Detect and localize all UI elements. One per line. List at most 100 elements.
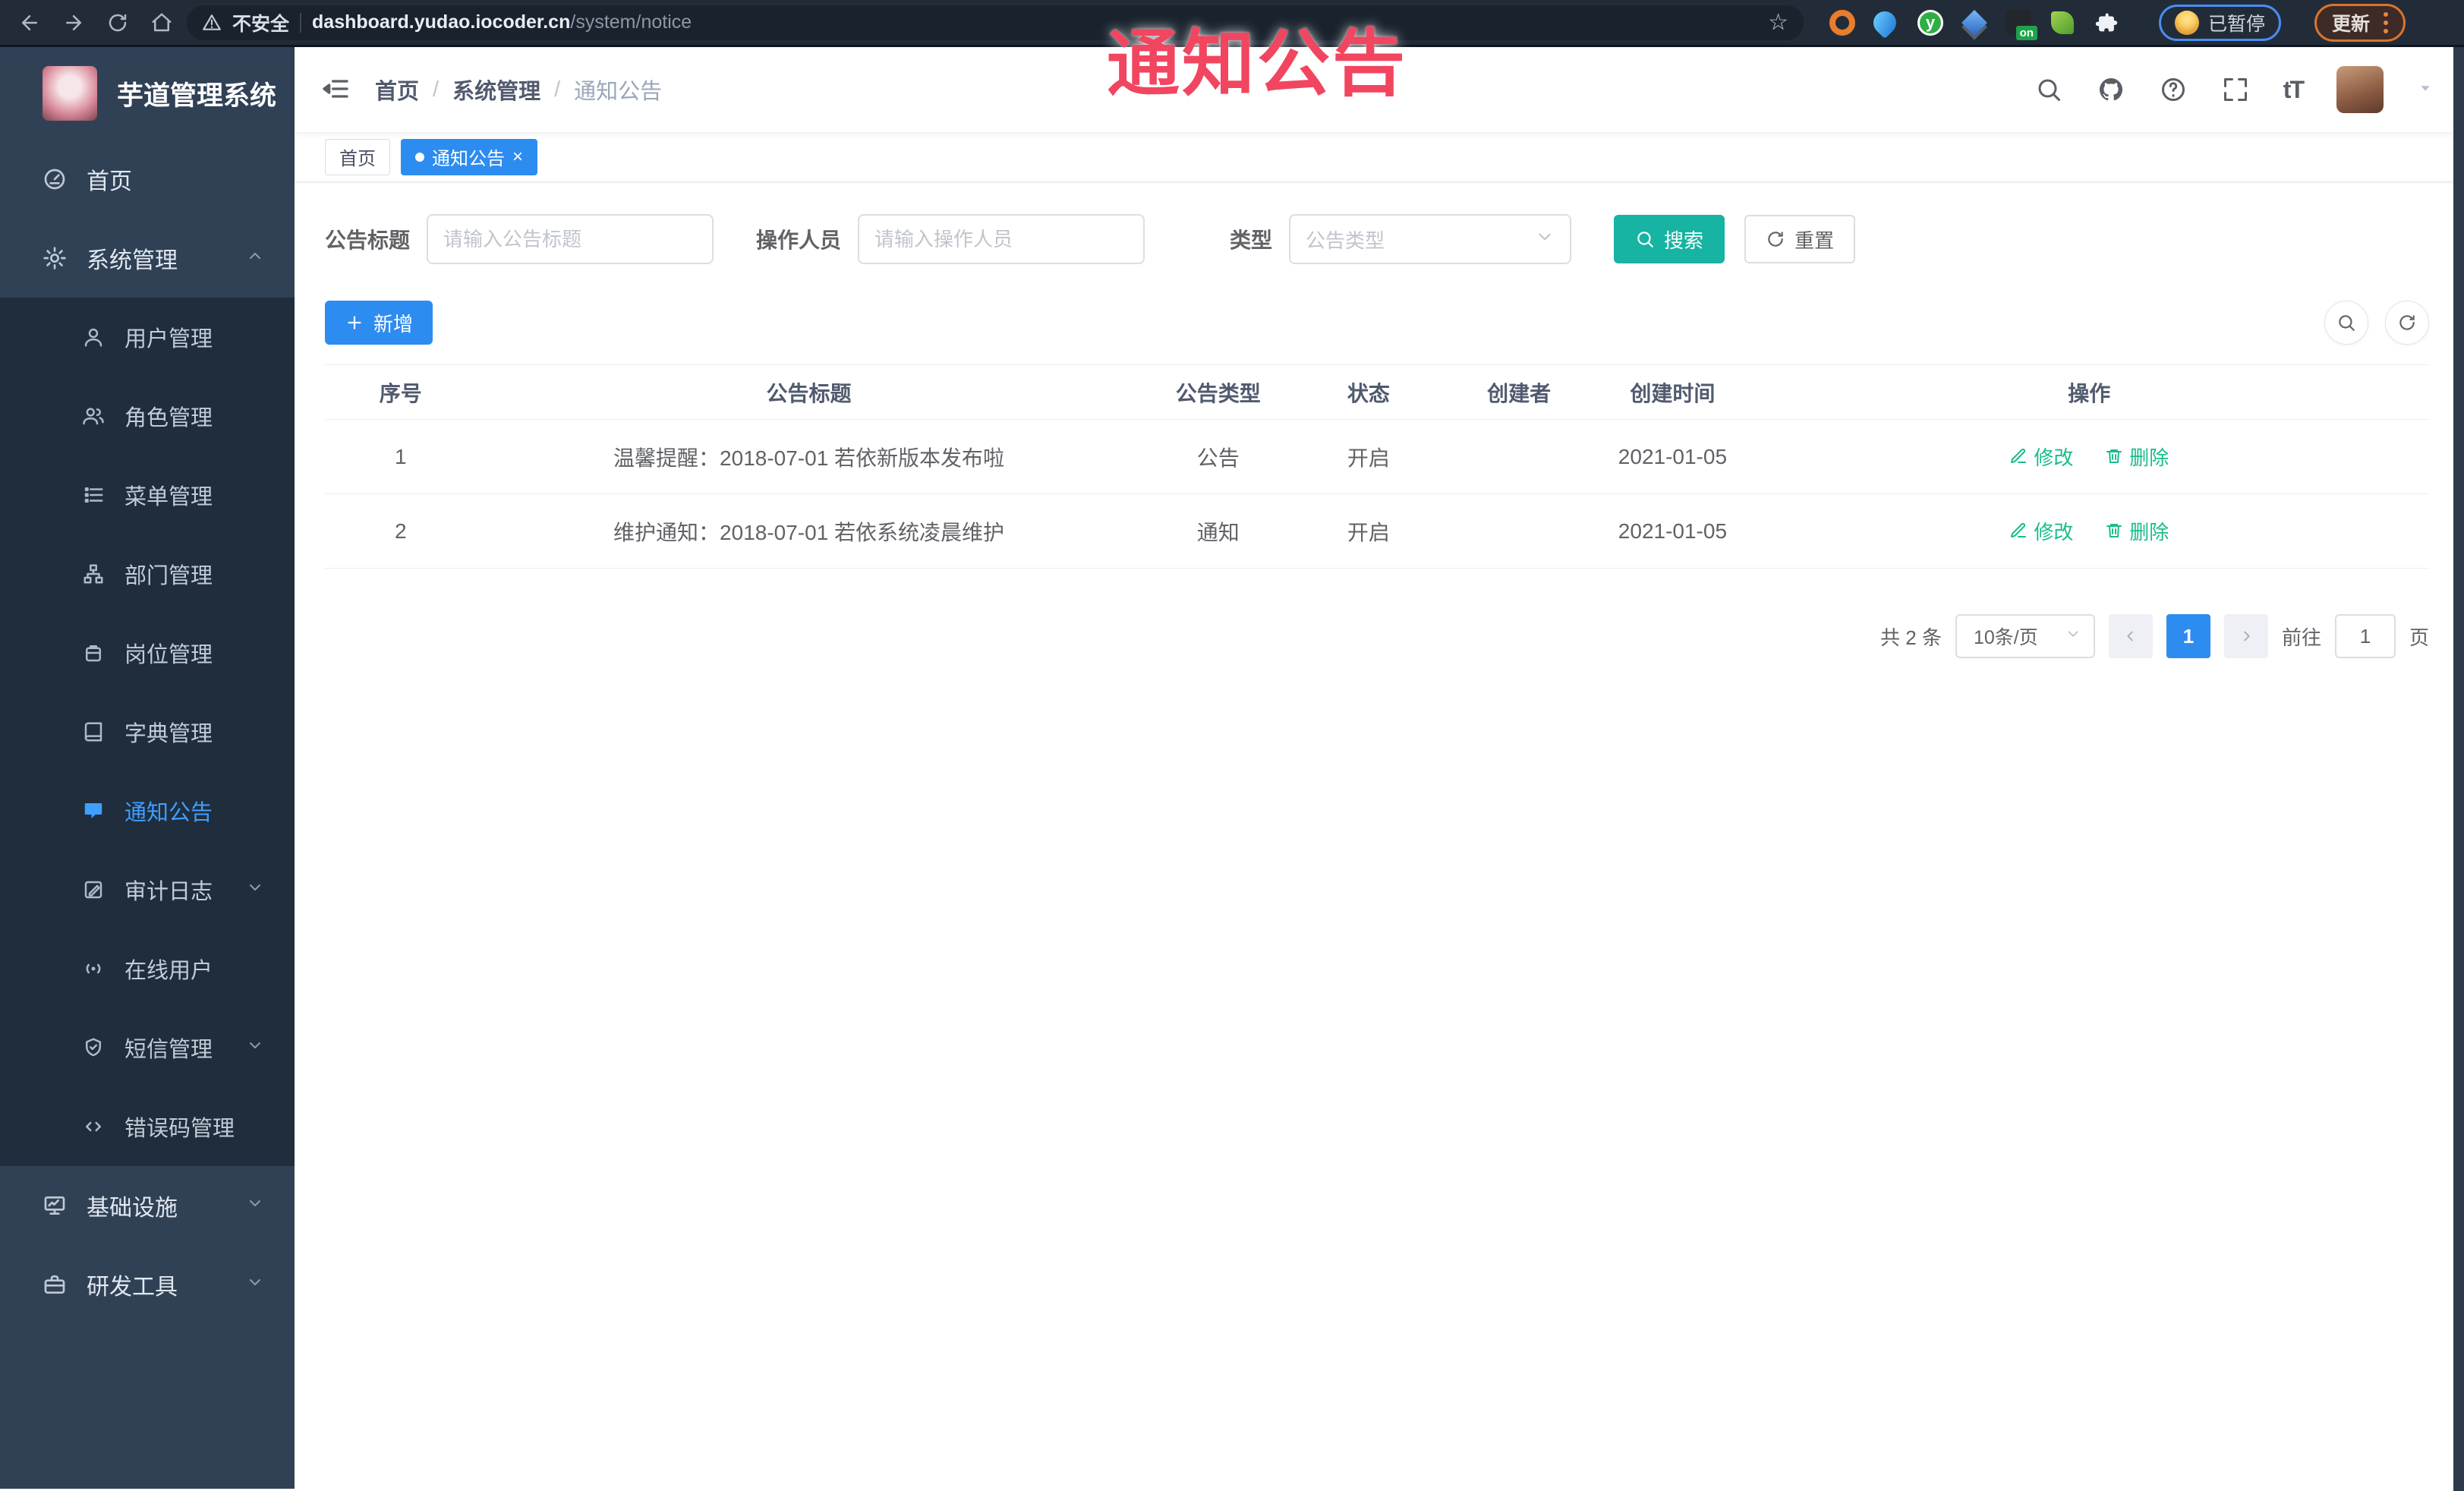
navbar-actions: tT	[2034, 66, 2434, 113]
tag-home[interactable]: 首页	[325, 138, 390, 175]
table-toolbar: 新增	[325, 301, 2429, 345]
orange-donut-extension-icon[interactable]	[1829, 9, 1855, 36]
extensions-puzzle-icon[interactable]	[2094, 10, 2119, 36]
sidebar-item-home[interactable]: 首页	[0, 140, 295, 219]
fullscreen-icon[interactable]	[2221, 75, 2250, 104]
browser-forward-icon[interactable]	[55, 4, 93, 42]
page-size-select[interactable]: 10条/页	[1955, 614, 2095, 658]
trash-icon	[2106, 524, 2122, 538]
sidebar-item-errorcode-mgmt[interactable]: 错误码管理	[0, 1087, 295, 1166]
sidebar-item-label: 研发工具	[87, 1275, 178, 1300]
sidebar-item-role-mgmt[interactable]: 角色管理	[0, 377, 295, 455]
browser-back-icon[interactable]	[11, 4, 49, 42]
main-area: 首页 / 系统管理 / 通知公告 tT 首页 通知公告 × 公告标题 请输入公告…	[295, 47, 2464, 1489]
not-secure-warning-icon[interactable]	[202, 13, 222, 33]
col-created: 创建时间	[1596, 364, 1750, 420]
system-submenu: 用户管理 角色管理 菜单管理 部门管理 岗位管理 字典管理 通知公告 审计日志 …	[0, 298, 295, 1166]
sidebar-item-label: 在线用户	[124, 959, 213, 983]
url-text[interactable]: dashboard.yudao.iocoder.cn/system/notice	[312, 11, 692, 33]
browser-reload-icon[interactable]	[99, 4, 137, 42]
browser-update-button[interactable]: 更新	[2314, 3, 2406, 42]
dashboard-icon	[43, 167, 67, 191]
avatar-dropdown-caret-icon[interactable]	[2417, 80, 2434, 100]
current-page[interactable]: 1	[2166, 614, 2210, 658]
profile-paused-chip[interactable]: 已暂停	[2159, 4, 2282, 41]
breadcrumb-separator: /	[433, 77, 440, 102]
breadcrumb: 首页 / 系统管理 / 通知公告	[375, 74, 662, 106]
diamond-extension-icon[interactable]	[1961, 9, 1987, 36]
leaf-extension-icon[interactable]	[2050, 10, 2075, 36]
notice-bubble-icon	[82, 799, 105, 822]
delete-link[interactable]: 删除	[2105, 443, 2169, 471]
blue-drop-extension-icon[interactable]	[1868, 6, 1902, 39]
sidebar-item-online-users[interactable]: 在线用户	[0, 929, 295, 1008]
sidebar-item-notice[interactable]: 通知公告	[0, 771, 295, 850]
browser-scrollbar[interactable]	[2453, 47, 2464, 1491]
sidebar-item-devtools[interactable]: 研发工具	[0, 1245, 295, 1324]
paused-label: 已暂停	[2208, 13, 2266, 35]
url-path: /system/notice	[570, 11, 692, 33]
github-icon[interactable]	[2097, 75, 2125, 104]
cell-creator	[1442, 493, 1596, 569]
browser-menu-dots-icon[interactable]	[2384, 11, 2389, 33]
sidebar-item-audit-log[interactable]: 审计日志	[0, 850, 295, 929]
operator-filter-input[interactable]	[858, 214, 1145, 264]
select-placeholder: 公告类型	[1306, 229, 1385, 252]
search-icon[interactable]	[2034, 75, 2063, 104]
switch-extension-icon[interactable]: on	[2006, 9, 2037, 40]
logo-avatar	[43, 66, 97, 121]
notice-table: 序号 公告标题 公告类型 状态 创建者 创建时间 操作 1 温馨提醒：2018-…	[325, 364, 2429, 569]
sidebar-logo[interactable]: 芋道管理系统	[0, 47, 295, 140]
chevron-down-icon	[246, 1036, 264, 1061]
refresh-icon	[2399, 315, 2415, 330]
browser-home-icon[interactable]	[143, 4, 181, 42]
tag-close-icon[interactable]: ×	[512, 147, 523, 166]
not-secure-label[interactable]: 不安全	[232, 9, 289, 36]
user-avatar[interactable]	[2336, 66, 2384, 113]
sidebar-item-infrastructure[interactable]: 基础设施	[0, 1166, 295, 1245]
edit-link[interactable]: 修改	[2009, 517, 2073, 545]
title-filter-input[interactable]	[427, 214, 714, 264]
delete-link[interactable]: 删除	[2105, 517, 2169, 545]
edit-label: 修改	[2034, 520, 2074, 544]
help-icon[interactable]	[2159, 75, 2188, 104]
bookmark-star-icon[interactable]: ☆	[1768, 11, 1788, 34]
sidebar-item-sms-mgmt[interactable]: 短信管理	[0, 1008, 295, 1087]
prev-page-button[interactable]	[2108, 614, 2153, 658]
refresh-icon	[1768, 232, 1783, 247]
tag-label: 首页	[339, 149, 376, 169]
edit-link[interactable]: 修改	[2009, 443, 2073, 471]
sidebar-item-dept-mgmt[interactable]: 部门管理	[0, 534, 295, 613]
chevron-left-icon	[2127, 631, 2133, 641]
sidebar-item-post-mgmt[interactable]: 岗位管理	[0, 613, 295, 692]
type-filter-select[interactable]: 公告类型	[1289, 214, 1572, 264]
tag-notice-active[interactable]: 通知公告 ×	[401, 138, 538, 175]
address-bar[interactable]: 不安全 dashboard.yudao.iocoder.cn/system/no…	[187, 5, 1804, 40]
collapse-sidebar-icon[interactable]	[320, 74, 352, 106]
search-button[interactable]: 搜索	[1614, 215, 1725, 263]
sidebar-item-user-mgmt[interactable]: 用户管理	[0, 298, 295, 377]
cell-created: 2021-01-05	[1596, 419, 1750, 494]
goto-page-input[interactable]	[2334, 614, 2396, 658]
sidebar-item-menu-mgmt[interactable]: 菜单管理	[0, 455, 295, 534]
audit-edit-icon	[82, 878, 105, 901]
refresh-table-button[interactable]	[2385, 301, 2429, 345]
sidebar-item-label: 首页	[87, 169, 132, 194]
cell-title: 温馨提醒：2018-07-01 若依新版本发布啦	[476, 419, 1142, 494]
breadcrumb-system[interactable]: 系统管理	[452, 74, 540, 106]
next-page-button[interactable]	[2223, 614, 2268, 658]
chevron-down-icon	[246, 1272, 264, 1297]
table-tools	[2324, 301, 2429, 345]
sidebar-item-label: 基础设施	[87, 1196, 178, 1221]
sidebar-item-system[interactable]: 系统管理	[0, 219, 295, 298]
cell-title: 维护通知：2018-07-01 若依系统凌晨维护	[476, 493, 1142, 569]
title-filter-label: 公告标题	[325, 229, 411, 252]
font-size-icon[interactable]: tT	[2283, 76, 2305, 104]
breadcrumb-home[interactable]: 首页	[375, 74, 419, 106]
sidebar-item-dict-mgmt[interactable]: 字典管理	[0, 692, 295, 771]
reset-button[interactable]: 重置	[1744, 215, 1856, 263]
add-button[interactable]: 新增	[325, 301, 433, 345]
green-y-extension-icon[interactable]: y	[1917, 9, 1943, 36]
toggle-search-button[interactable]	[2324, 301, 2368, 345]
chevron-down-icon	[2065, 626, 2081, 648]
